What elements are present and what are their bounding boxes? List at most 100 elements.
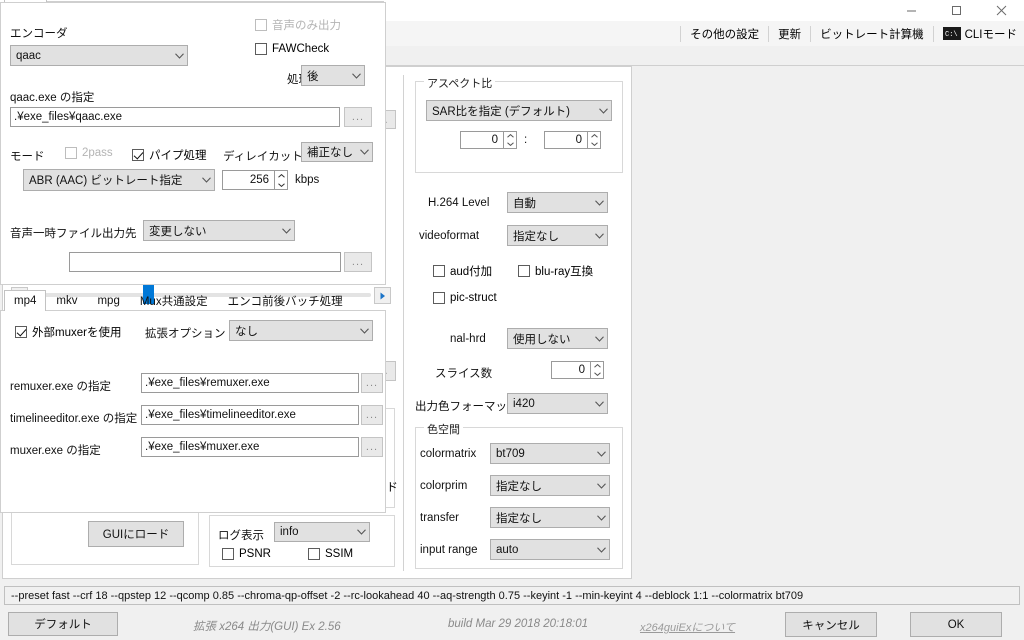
colormatrix-combo[interactable]: bt709 bbox=[490, 443, 610, 464]
aud-checkbox[interactable]: aud付加 bbox=[433, 263, 492, 279]
colorprim-combo[interactable]: 指定なし bbox=[490, 475, 610, 496]
maximize-button[interactable] bbox=[934, 0, 979, 21]
spinner-down[interactable] bbox=[275, 180, 287, 189]
remuxer-exe-label: remuxer.exe の指定 bbox=[10, 381, 111, 393]
default-button[interactable]: デフォルト bbox=[8, 612, 118, 636]
qaac-exe-browse-button[interactable]: ... bbox=[344, 107, 372, 127]
input-range-combo[interactable]: auto bbox=[490, 539, 610, 560]
checkbox-box bbox=[132, 149, 144, 161]
h264-level-combo[interactable]: 自動 bbox=[507, 192, 608, 213]
bitrate-unit-label: kbps bbox=[295, 174, 320, 186]
slices-spinner[interactable] bbox=[591, 361, 604, 379]
sar-height-input[interactable]: 0 bbox=[544, 131, 588, 149]
input-value: 0 bbox=[575, 134, 582, 146]
pipe-processing-checkbox[interactable]: パイプ処理 bbox=[132, 147, 207, 163]
use-external-muxer-checkbox[interactable]: 外部muxerを使用 bbox=[15, 324, 121, 340]
toolbar-item-label: その他の設定 bbox=[690, 28, 760, 41]
cancel-button[interactable]: キャンセル bbox=[785, 612, 877, 637]
sar-width-input[interactable]: 0 bbox=[460, 131, 504, 149]
bottom-bar: デフォルト 拡張 x264 出力(GUI) Ex 2.56 build Mar … bbox=[0, 606, 1024, 640]
audio-temp-path-input[interactable] bbox=[69, 252, 341, 272]
qaac-exe-path-input[interactable]: .¥exe_files¥qaac.exe bbox=[10, 107, 340, 127]
chevron-down-icon bbox=[594, 514, 609, 521]
timelineeditor-browse-button[interactable]: ... bbox=[361, 405, 383, 425]
audio-only-output-checkbox[interactable]: 音声のみ出力 bbox=[255, 17, 341, 33]
toolbar-item-bitrate-calculator[interactable]: ビットレート計算機 bbox=[815, 23, 929, 44]
tab-mpg[interactable]: mpg bbox=[87, 291, 129, 310]
minimize-button[interactable] bbox=[889, 0, 934, 21]
sar-height-spinner[interactable] bbox=[588, 131, 601, 149]
combo-value: 指定なし bbox=[496, 480, 542, 493]
checkbox-label: PSNR bbox=[239, 548, 271, 560]
audio-temp-browse-button[interactable]: ... bbox=[344, 252, 372, 272]
sar-width-spinner[interactable] bbox=[504, 131, 517, 149]
bitrate-mode-combo[interactable]: ABR (AAC) ビットレート指定 bbox=[23, 169, 215, 191]
audio-temp-dest-combo[interactable]: 変更しない bbox=[143, 220, 295, 241]
combo-value: なし bbox=[235, 325, 258, 338]
tab-other[interactable]: その他 bbox=[47, 0, 102, 1]
bitrate-spinner[interactable] bbox=[275, 170, 288, 190]
tab-mp4[interactable]: mp4 bbox=[4, 290, 47, 311]
spinner-up[interactable] bbox=[591, 362, 603, 370]
combo-value: SAR比を指定 (デフォルト) bbox=[432, 105, 570, 118]
combo-value: auto bbox=[496, 543, 519, 556]
spinner-up[interactable] bbox=[588, 132, 600, 140]
ok-button[interactable]: OK bbox=[910, 612, 1002, 637]
transfer-combo[interactable]: 指定なし bbox=[490, 507, 610, 528]
chevron-down-icon bbox=[594, 546, 609, 553]
psnr-checkbox[interactable]: PSNR bbox=[222, 548, 271, 560]
slices-input[interactable]: 0 bbox=[551, 361, 591, 379]
output-color-format-combo[interactable]: i420 bbox=[507, 393, 608, 414]
combo-value: 指定なし bbox=[496, 512, 542, 525]
about-link[interactable]: x264guiExについて bbox=[640, 619, 735, 635]
chevron-down-icon bbox=[594, 482, 609, 489]
checkbox-label: blu-ray互換 bbox=[535, 266, 594, 278]
mux-section: 外部muxerを使用 拡張オプション なし remuxer.exe の指定 .¥… bbox=[0, 310, 386, 513]
checkbox-label: 音声のみ出力 bbox=[272, 20, 341, 32]
commandline-preview[interactable]: --preset fast --crf 18 --qpstep 12 --qco… bbox=[4, 586, 1020, 605]
remuxer-browse-button[interactable]: ... bbox=[361, 373, 383, 393]
extended-option-combo[interactable]: なし bbox=[229, 320, 373, 341]
close-button[interactable] bbox=[979, 0, 1024, 21]
app-window: 拡張 x264 出力(GUI) Ex 上書き保存 bbox=[0, 0, 1024, 640]
tab-audio[interactable]: 音声 bbox=[4, 0, 47, 2]
bitrate-value-input[interactable]: 256 bbox=[222, 170, 275, 190]
chevron-down-icon bbox=[357, 327, 372, 334]
toolbar-item-cli-mode[interactable]: C:\ CLIモード bbox=[938, 23, 1022, 44]
process-order-combo[interactable]: 後 bbox=[301, 65, 365, 86]
pic-struct-checkbox[interactable]: pic-struct bbox=[433, 292, 497, 304]
toolbar-item-other-settings[interactable]: その他の設定 bbox=[685, 23, 764, 44]
tab-label: mp4 bbox=[14, 295, 37, 307]
faw-check-checkbox[interactable]: FAWCheck bbox=[255, 43, 329, 55]
load-to-gui-button[interactable]: GUIにロード bbox=[88, 521, 184, 547]
bluray-compat-checkbox[interactable]: blu-ray互換 bbox=[518, 263, 593, 279]
spinner-up[interactable] bbox=[275, 171, 287, 180]
videoformat-combo[interactable]: 指定なし bbox=[507, 225, 608, 246]
spinner-down[interactable] bbox=[504, 140, 516, 148]
encoder-combo[interactable]: qaac bbox=[10, 45, 188, 66]
spinner-down[interactable] bbox=[591, 370, 603, 378]
button-label: ... bbox=[365, 441, 379, 453]
tab-pre-post-batch[interactable]: エンコ前後バッチ処理 bbox=[218, 291, 353, 310]
twopass-checkbox[interactable]: 2pass bbox=[65, 147, 113, 159]
input-value: .¥exe_files¥qaac.exe bbox=[14, 111, 123, 123]
delay-cut-combo[interactable]: 補正なし bbox=[301, 142, 373, 162]
sar-mode-combo[interactable]: SAR比を指定 (デフォルト) bbox=[426, 100, 612, 121]
mode-label: モード bbox=[10, 151, 45, 163]
muxer-exe-label: muxer.exe の指定 bbox=[10, 445, 101, 457]
nal-hrd-combo[interactable]: 使用しない bbox=[507, 328, 608, 349]
muxer-browse-button[interactable]: ... bbox=[361, 437, 383, 457]
remuxer-exe-path-input[interactable]: .¥exe_files¥remuxer.exe bbox=[141, 373, 359, 393]
timelineeditor-exe-path-input[interactable]: .¥exe_files¥timelineeditor.exe bbox=[141, 405, 359, 425]
tab-mux-common-settings[interactable]: Mux共通設定 bbox=[130, 291, 218, 310]
toolbar-item-update[interactable]: 更新 bbox=[773, 23, 806, 44]
log-level-combo[interactable]: info bbox=[274, 522, 370, 542]
tab-mkv[interactable]: mkv bbox=[46, 291, 87, 310]
chevron-down-icon bbox=[596, 107, 611, 114]
checkbox-label: pic-struct bbox=[450, 292, 497, 304]
muxer-exe-path-input[interactable]: .¥exe_files¥muxer.exe bbox=[141, 437, 359, 457]
spinner-up[interactable] bbox=[504, 132, 516, 140]
slices-label: スライス数 bbox=[435, 368, 493, 380]
ssim-checkbox[interactable]: SSIM bbox=[308, 548, 353, 560]
spinner-down[interactable] bbox=[588, 140, 600, 148]
